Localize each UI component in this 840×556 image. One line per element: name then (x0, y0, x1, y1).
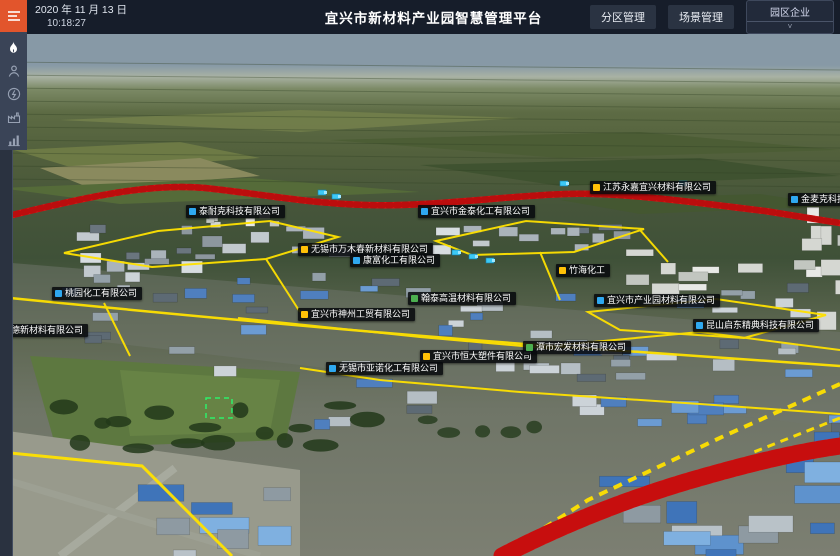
company-label[interactable]: 宜兴市产业园材料有限公司 (594, 294, 720, 307)
datetime-display: 2020 年 11 月 13 日 10:18:27 (35, 3, 127, 31)
personnel-icon[interactable] (6, 63, 22, 79)
company-marker-icon (559, 267, 566, 274)
company-label[interactable]: 金麦克科技有限公司 (788, 193, 840, 206)
park-enterprise-dropdown[interactable]: 园区企业 ˅ (746, 0, 834, 34)
company-label[interactable]: 昆山启东精典科技有限公司 (693, 319, 819, 332)
company-label-text: 宜兴市神州工贸有限公司 (311, 310, 410, 319)
left-toolbar (0, 32, 27, 150)
company-label-text: 宜兴市产业园材料有限公司 (607, 296, 715, 305)
truck-icon (318, 190, 327, 195)
company-label-text: 桃园化工有限公司 (65, 289, 137, 298)
company-label-text: 翰泰高温材料有限公司 (421, 294, 511, 303)
company-label[interactable]: 竹海化工 (556, 264, 610, 277)
map-3d-view[interactable]: 泰耐克科技有限公司 宜兴市金泰化工有限公司无锡市万木春新材料有限公司康富化工有限公… (0, 0, 840, 556)
zone-management-button[interactable]: 分区管理 (590, 5, 656, 29)
company-label-text: 江苏永嘉宜兴材料有限公司 (603, 183, 711, 192)
company-label[interactable]: 翰泰高温材料有限公司 (408, 292, 516, 305)
company-marker-icon (329, 365, 336, 372)
company-label[interactable]: 泰耐克科技有限公司 (186, 205, 285, 218)
time-text: 10:18:27 (35, 17, 127, 31)
enterprise-icon[interactable] (6, 109, 22, 125)
company-label[interactable]: 桃园化工有限公司 (52, 287, 142, 300)
company-label-text: 金麦克科技有限公司 (801, 195, 840, 204)
company-label-text: 宜兴市恒大塑件有限公司 (433, 352, 532, 361)
company-label-text: 潭市宏发材料有限公司 (536, 343, 626, 352)
company-label-text: 宜兴市金泰化工有限公司 (431, 207, 530, 216)
company-label[interactable]: 无锡市亚诺化工有限公司 (326, 362, 443, 375)
truck-icon (469, 254, 478, 259)
chevron-down-icon: ˅ (788, 22, 793, 32)
company-label[interactable]: 克瑞德新材料有限公司 (0, 324, 88, 337)
header-actions: 分区管理 场景管理 园区企业 ˅ (590, 0, 834, 34)
company-marker-icon (421, 208, 428, 215)
menu-icon[interactable] (0, 0, 27, 32)
company-marker-icon (526, 344, 533, 351)
date-text: 2020 年 11 月 13 日 (35, 3, 127, 17)
fire-alarm-icon[interactable] (6, 40, 22, 56)
company-marker-icon (597, 297, 604, 304)
company-label[interactable]: 宜兴市恒大塑件有限公司 (420, 350, 537, 363)
dropdown-label: 园区企业 (770, 3, 810, 21)
company-marker-icon (55, 290, 62, 297)
company-label-text: 康富化工有限公司 (363, 256, 435, 265)
map-canvas (0, 0, 840, 556)
company-marker-icon (593, 184, 600, 191)
company-marker-icon (301, 246, 308, 253)
company-label[interactable]: 康富化工有限公司 (350, 254, 440, 267)
page-title: 宜兴市新材料产业园智慧管理平台 (325, 7, 543, 27)
company-marker-icon (423, 353, 430, 360)
company-marker-icon (411, 295, 418, 302)
company-marker-icon (301, 311, 308, 318)
company-label-text: 泰耐克科技有限公司 (199, 207, 280, 216)
company-marker-icon (353, 257, 360, 264)
truck-icon (560, 181, 569, 186)
company-label-text: 无锡市万木春新材料有限公司 (311, 245, 428, 254)
smart-park-platform: 泰耐克科技有限公司 宜兴市金泰化工有限公司无锡市万木春新材料有限公司康富化工有限公… (0, 0, 840, 556)
company-label-text: 竹海化工 (569, 266, 605, 275)
company-label[interactable]: 潭市宏发材料有限公司 (523, 341, 631, 354)
energy-icon[interactable] (6, 86, 22, 102)
company-label[interactable]: 宜兴市金泰化工有限公司 (418, 205, 535, 218)
company-label[interactable]: 宜兴市神州工贸有限公司 (298, 308, 415, 321)
company-label[interactable]: 江苏永嘉宜兴材料有限公司 (590, 181, 716, 194)
statistics-icon[interactable] (6, 132, 22, 148)
company-label-text: 昆山启东精典科技有限公司 (706, 321, 814, 330)
company-marker-icon (696, 322, 703, 329)
truck-icon (486, 258, 495, 263)
top-header-bar: 2020 年 11 月 13 日 10:18:27 宜兴市新材料产业园智慧管理平… (27, 0, 840, 34)
company-marker-icon (791, 196, 798, 203)
truck-icon (332, 194, 341, 199)
company-marker-icon (189, 208, 196, 215)
truck-icon (452, 250, 461, 255)
company-label-text: 无锡市亚诺化工有限公司 (339, 364, 438, 373)
scene-management-button[interactable]: 场景管理 (668, 5, 734, 29)
left-toolbar-rail (0, 148, 13, 556)
